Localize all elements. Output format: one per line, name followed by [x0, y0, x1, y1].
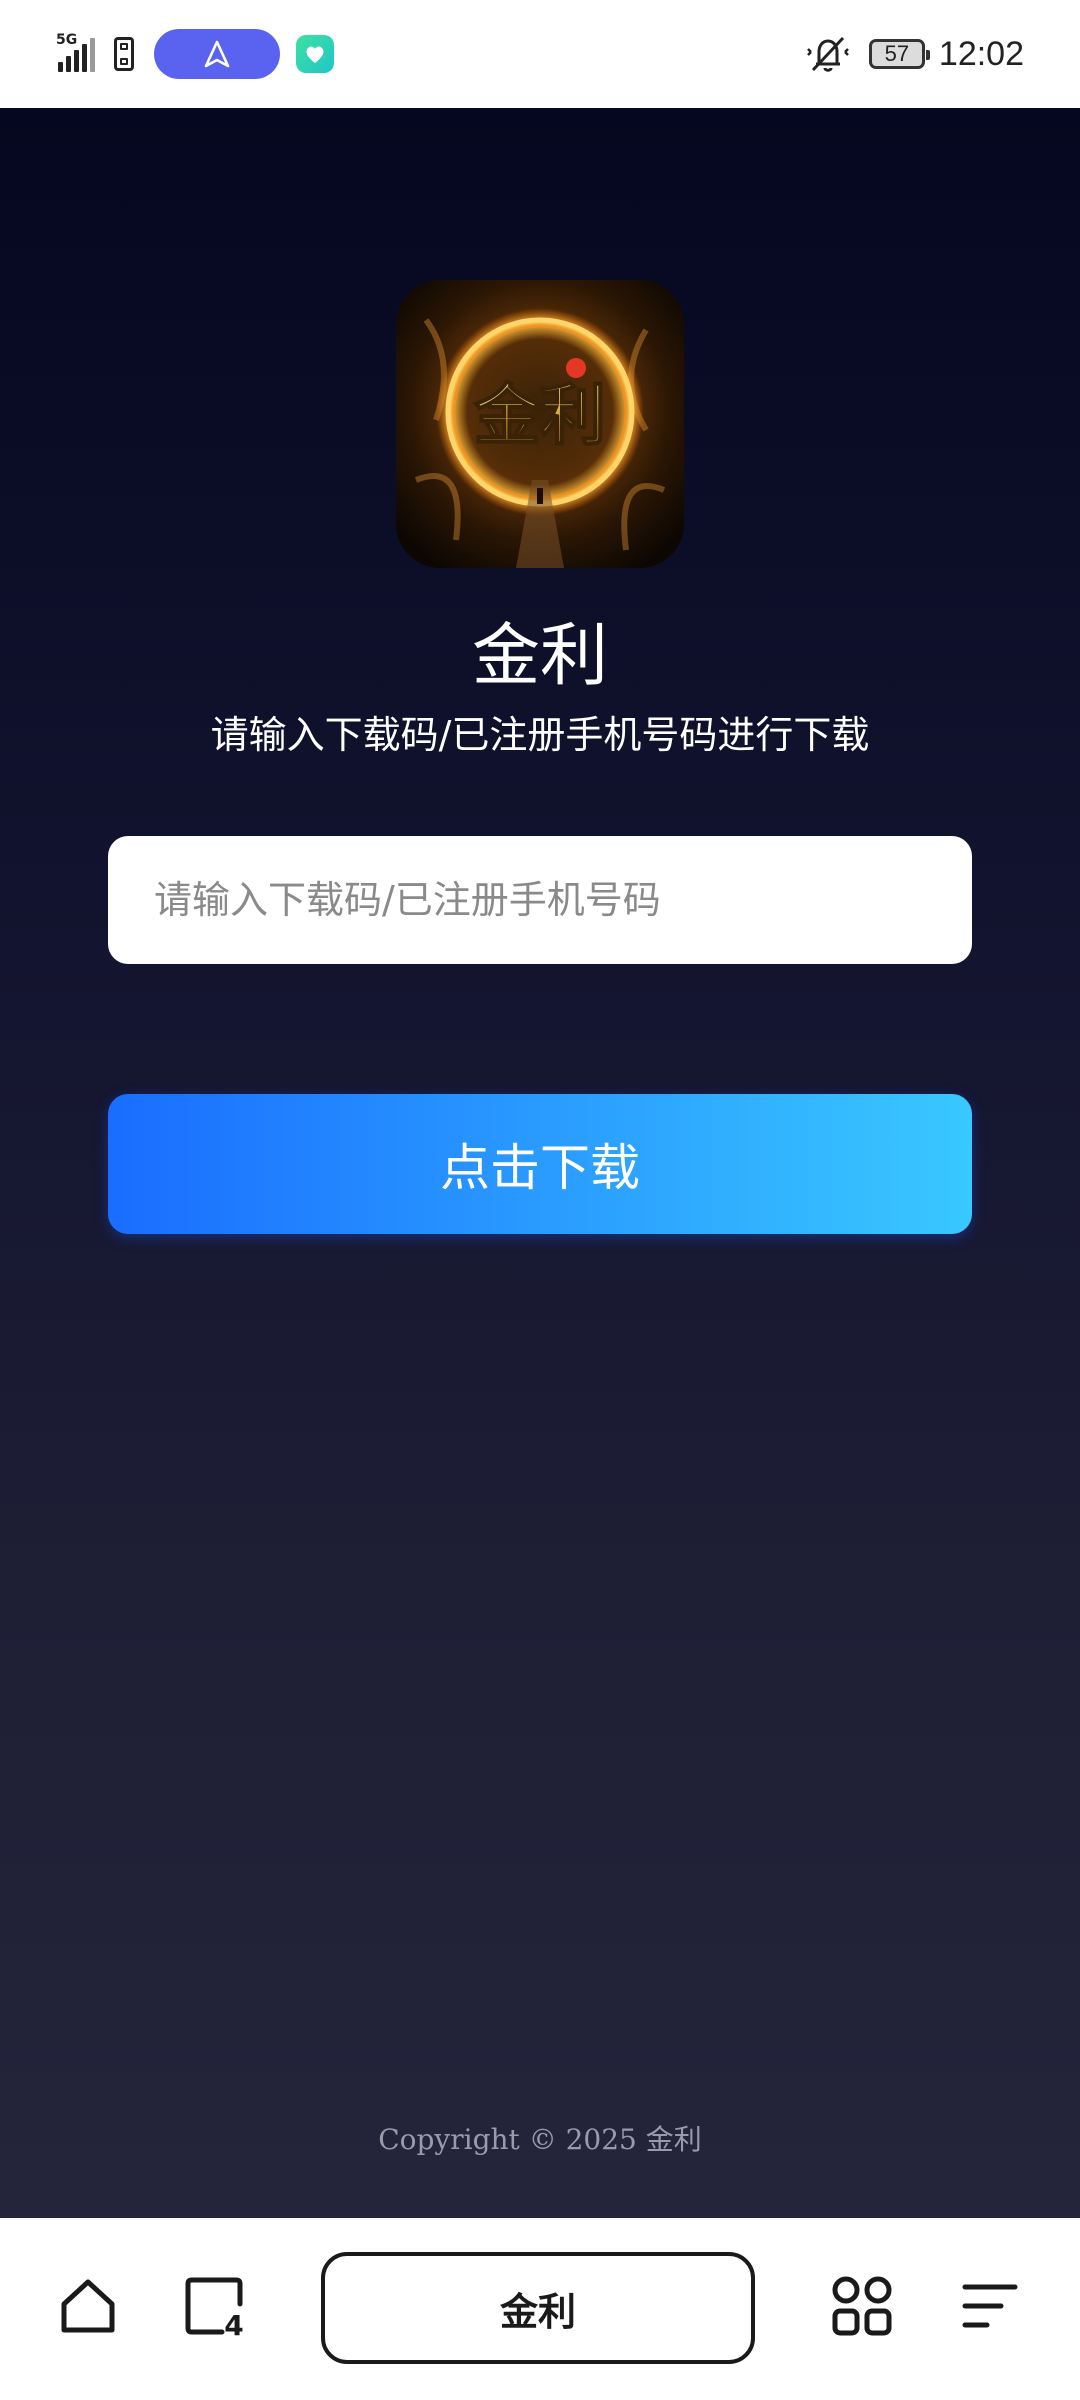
signal-5g-icon: 5G: [56, 32, 100, 74]
home-button[interactable]: [48, 2266, 128, 2346]
network-type-label: 5G: [56, 32, 78, 48]
clock: 12:02: [938, 34, 1024, 73]
navigation-arrow-icon: [204, 40, 230, 68]
browser-bottom-bar: 4 金利: [0, 2218, 1080, 2400]
download-button[interactable]: 点击下载: [108, 1094, 972, 1234]
tabs-icon: 4: [185, 2277, 244, 2338]
phone-screen: 5G 57 12:02 金利 金利 请输入下载码/已注册手机号码进行下载 请输入…: [0, 0, 1080, 2400]
address-bar-title: 金利: [499, 2289, 576, 2334]
menu-button[interactable]: [950, 2266, 1030, 2346]
tab-count: 4: [224, 2309, 243, 2338]
copyright-text: Copyright © 2025 金利: [378, 2123, 702, 2156]
battery-icon: 57: [868, 39, 930, 69]
app-name: 金利: [471, 617, 608, 696]
app-notification-icon: [296, 35, 334, 73]
navigation-pill[interactable]: [154, 29, 280, 79]
status-bar: 5G 57 12:02: [0, 0, 1080, 108]
status-bar-left: 5G: [56, 29, 334, 79]
home-icon: [61, 2279, 115, 2333]
tabs-button[interactable]: 4: [174, 2266, 254, 2346]
logo-text: 金利: [473, 377, 606, 454]
page-subtitle: 请输入下载码/已注册手机号码进行下载: [210, 713, 870, 757]
apps-grid-icon: [832, 2276, 892, 2336]
battery-level: 57: [884, 41, 910, 66]
address-bar[interactable]: 金利: [321, 2252, 755, 2364]
muted-bell-icon: [807, 36, 849, 72]
download-code-input[interactable]: [108, 836, 972, 964]
status-bar-right: 57 12:02: [803, 30, 1024, 78]
download-page: 金利 金利 请输入下载码/已注册手机号码进行下载 点击下载 Copyright …: [0, 108, 1080, 2218]
app-logo: 金利: [396, 280, 684, 568]
menu-icon: [962, 2284, 1018, 2328]
apps-button[interactable]: [822, 2266, 902, 2346]
sim-card-icon: [114, 37, 134, 71]
